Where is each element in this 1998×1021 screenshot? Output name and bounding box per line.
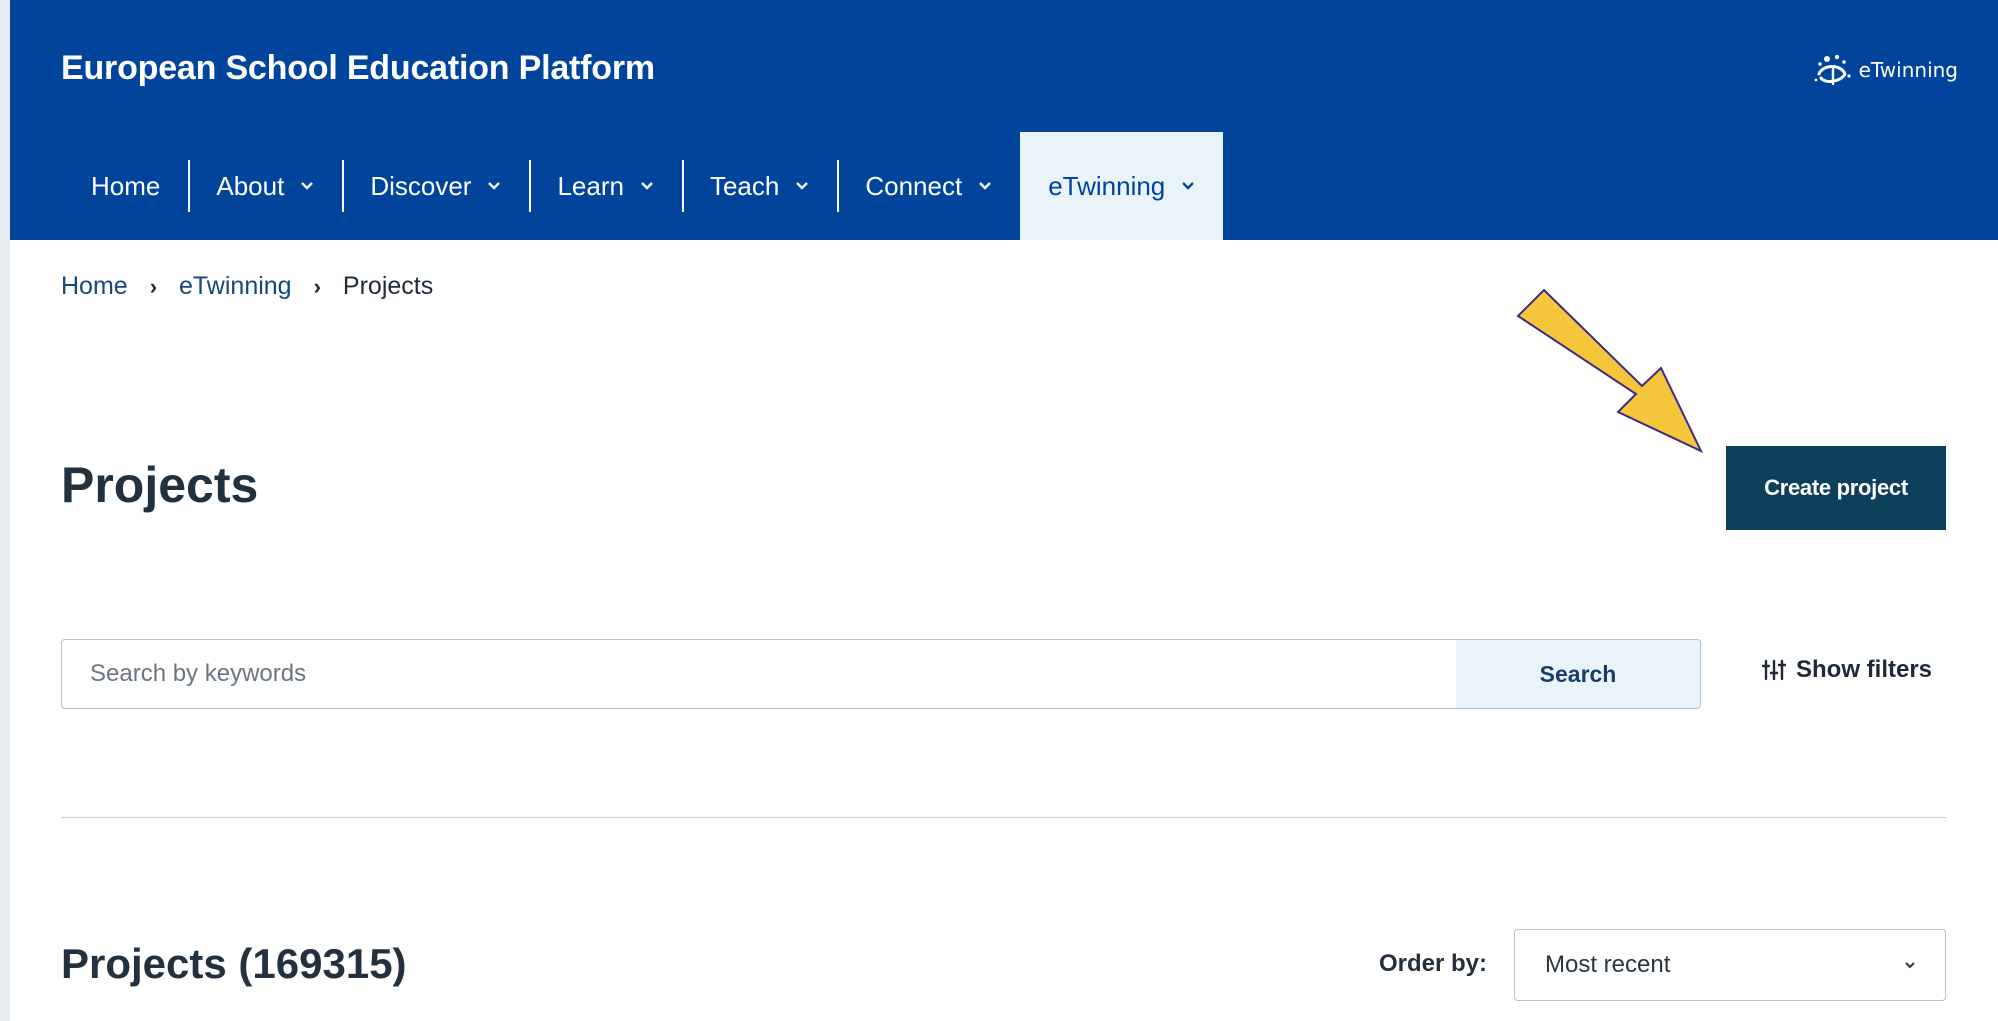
etwinning-logo-icon — [1814, 54, 1851, 86]
page: European School Education Platform eTwin… — [10, 0, 1998, 1021]
nav-item-label: About — [216, 170, 285, 201]
breadcrumb-home[interactable]: Home — [61, 272, 128, 301]
search-button[interactable]: Search — [1456, 640, 1700, 708]
nav-item-label: eTwinning — [1048, 170, 1166, 201]
nav-item-discover[interactable]: Discover — [342, 132, 529, 240]
nav-item-label: Discover — [370, 170, 472, 201]
chevron-down-icon — [301, 182, 314, 190]
search-bar: Search — [61, 639, 1701, 709]
create-project-button[interactable]: Create project — [1726, 446, 1946, 530]
breadcrumb-current: Projects — [342, 272, 434, 300]
section-divider — [61, 817, 1946, 818]
chevron-down-icon — [641, 182, 653, 190]
chevron-down-icon — [979, 182, 992, 190]
breadcrumb: Home › eTwinning › Projects — [61, 272, 433, 301]
chevron-right-icon: › — [149, 273, 158, 299]
nav-item-learn[interactable]: Learn — [529, 132, 682, 240]
show-filters-label: Show filters — [1796, 656, 1933, 683]
breadcrumb-etwinning[interactable]: eTwinning — [179, 272, 292, 301]
annotation-arrow-icon — [1516, 288, 1704, 454]
main-nav: Home About Discover Learn Teach Connect — [61, 132, 1224, 240]
results-count-title: Projects (169315) — [61, 940, 407, 987]
order-by-value: Most recent — [1545, 951, 1671, 978]
chevron-right-icon: › — [313, 273, 321, 299]
page-title: Projects — [61, 457, 259, 513]
show-filters-button[interactable]: Show filters — [1762, 656, 1932, 684]
nav-item-etwinning[interactable]: eTwinning — [1020, 132, 1224, 240]
nav-item-teach[interactable]: Teach — [681, 132, 837, 240]
logo-text: eTwinning — [1858, 58, 1958, 82]
site-header: European School Education Platform eTwin… — [10, 0, 1998, 240]
nav-item-label: Learn — [557, 170, 624, 201]
chevron-down-icon — [796, 182, 809, 190]
order-by-select[interactable]: Most recent — [1514, 929, 1946, 1001]
nav-item-about[interactable]: About — [188, 132, 342, 240]
nav-item-connect[interactable]: Connect — [837, 132, 1020, 240]
sliders-icon — [1762, 659, 1786, 681]
site-title[interactable]: European School Education Platform — [61, 49, 655, 88]
nav-item-label: Teach — [709, 170, 780, 201]
chevron-down-icon — [1182, 182, 1195, 190]
order-by-label: Order by: — [1379, 950, 1488, 977]
chevron-down-icon — [488, 182, 501, 190]
search-input[interactable] — [62, 640, 1456, 708]
chevron-down-icon — [1905, 962, 1915, 969]
nav-item-label: Connect — [865, 170, 963, 201]
etwinning-logo[interactable]: eTwinning — [1813, 50, 1958, 90]
nav-item-label: Home — [91, 170, 161, 201]
nav-item-home[interactable]: Home — [61, 132, 188, 240]
